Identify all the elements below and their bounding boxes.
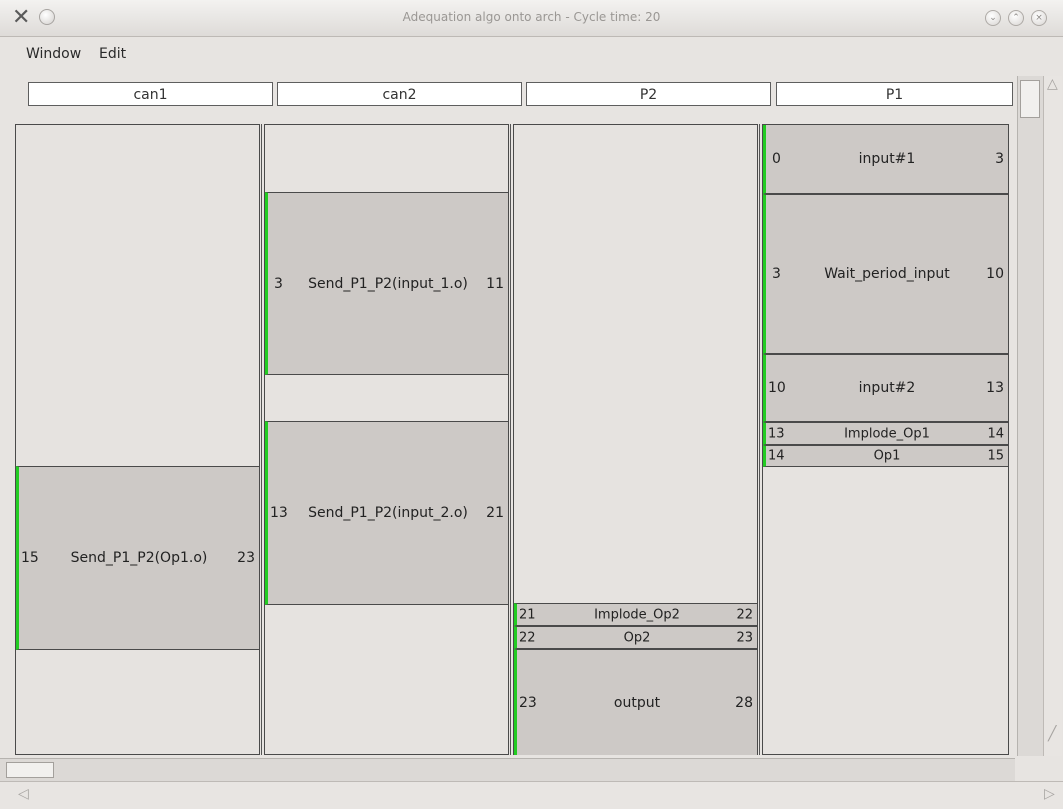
- lane-header-can2: can2: [277, 82, 522, 106]
- task-name: Send_P1_P2(input_1.o): [308, 275, 468, 292]
- horizontal-scroll-track[interactable]: ◁ ▷: [0, 781, 1063, 809]
- task-block[interactable]: 13 Implode_Op1 14: [763, 422, 1008, 445]
- lane-p2: 21 Implode_Op2 22 22 Op2 23 23 output 28: [513, 124, 758, 755]
- task-block[interactable]: 14 Op1 15: [763, 445, 1008, 467]
- task-block[interactable]: 21 Implode_Op2 22: [514, 603, 757, 626]
- task-end: 28: [735, 694, 753, 711]
- lane-p1: 0 input#1 3 3 Wait_period_input 10 10 in…: [762, 124, 1009, 755]
- task-end: 13: [986, 380, 1004, 396]
- title-bar: ✕ Adequation algo onto arch - Cycle time…: [0, 0, 1063, 37]
- task-end: 21: [486, 505, 504, 521]
- task-name: Op1: [873, 448, 901, 464]
- task-name: Implode_Op1: [844, 426, 930, 441]
- task-block[interactable]: 3 Wait_period_input 10: [763, 194, 1008, 354]
- task-block[interactable]: 3 Send_P1_P2(input_1.o) 11: [265, 192, 508, 375]
- task-block[interactable]: 10 input#2 13: [763, 354, 1008, 422]
- task-end: 14: [987, 426, 1004, 441]
- horizontal-scroll-thumb[interactable]: [6, 762, 54, 778]
- task-name: output: [613, 694, 661, 711]
- task-name: Send_P1_P2(input_2.o): [308, 505, 468, 521]
- menu-bar: Window Edit: [0, 37, 1063, 69]
- lane-header-p2: P2: [526, 82, 771, 106]
- task-name: Wait_period_input: [824, 266, 950, 282]
- task-end: 23: [237, 550, 255, 566]
- scroll-right-icon[interactable]: ▷: [1044, 786, 1055, 802]
- horizontal-scrollbar[interactable]: [0, 758, 1015, 781]
- lane-header-p1: P1: [776, 82, 1013, 106]
- vertical-scroll-thumb[interactable]: [1020, 80, 1040, 118]
- task-block[interactable]: 22 Op2 23: [514, 626, 757, 649]
- lane-can2: 3 Send_P1_P2(input_1.o) 11 13 Send_P1_P2…: [264, 124, 509, 755]
- task-name: Send_P1_P2(Op1.o): [70, 550, 208, 566]
- task-end: 3: [995, 151, 1004, 167]
- vertical-scrollbar[interactable]: [1017, 76, 1044, 756]
- menu-window[interactable]: Window: [26, 46, 81, 62]
- close-icon[interactable]: ×: [1031, 10, 1047, 26]
- task-name: input#1: [858, 151, 916, 167]
- task-name: Implode_Op2: [594, 607, 680, 622]
- task-block[interactable]: 23 output 28: [514, 649, 757, 755]
- lane-divider: [261, 124, 262, 755]
- window-title: Adequation algo onto arch - Cycle time: …: [402, 10, 661, 24]
- minimize-icon[interactable]: ⌄: [985, 10, 1001, 26]
- lane-divider: [510, 124, 511, 755]
- task-end: 10: [986, 266, 1004, 282]
- task-block[interactable]: 15 Send_P1_P2(Op1.o) 23: [16, 466, 259, 650]
- task-end: 11: [486, 275, 504, 292]
- task-block[interactable]: 0 input#1 3: [763, 125, 1008, 194]
- lane-can1: 15 Send_P1_P2(Op1.o) 23: [15, 124, 260, 755]
- scroll-left-icon[interactable]: ◁: [18, 786, 29, 802]
- scroll-corner-icon: ╱: [1048, 726, 1057, 742]
- task-block[interactable]: 13 Send_P1_P2(input_2.o) 21: [265, 421, 508, 605]
- lane-header-can1: can1: [28, 82, 273, 106]
- task-end: 15: [987, 448, 1004, 464]
- menu-edit[interactable]: Edit: [99, 46, 126, 62]
- maximize-icon[interactable]: ⌃: [1008, 10, 1024, 26]
- task-end: 22: [736, 607, 753, 622]
- task-name: Op2: [623, 630, 651, 645]
- task-name: input#2: [858, 380, 916, 396]
- vertical-scroll-track[interactable]: △ ╱: [1043, 76, 1062, 756]
- scroll-up-icon[interactable]: △: [1047, 76, 1058, 92]
- lane-divider: [759, 124, 760, 755]
- task-end: 23: [736, 630, 753, 645]
